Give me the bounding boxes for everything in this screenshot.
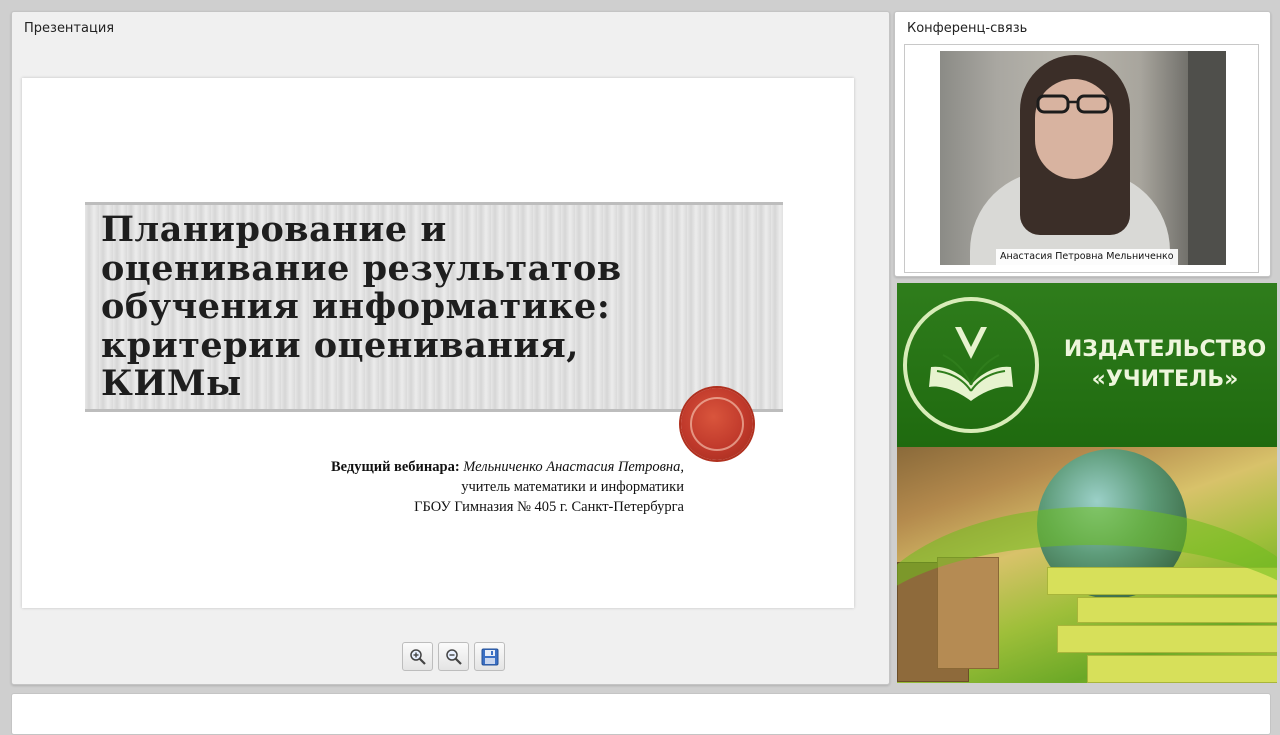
open-book-logo-icon	[929, 327, 1013, 401]
slide-toolbar	[402, 642, 505, 671]
publisher-name-line1: ИЗДАТЕЛЬСТВО	[1063, 337, 1267, 362]
presenter-school: ГБОУ Гимназия № 405 г. Санкт-Петербурга	[414, 499, 684, 515]
conference-panel-title: Конференц-связь	[907, 21, 1028, 36]
conference-panel: Конференц-связь Анастасия Петровна Мельн…	[894, 11, 1271, 277]
publisher-name: ИЗДАТЕЛЬСТВО «УЧИТЕЛЬ»	[1055, 335, 1275, 395]
publisher-name-line2: «УЧИТЕЛЬ»	[1091, 367, 1239, 392]
slide-title-box: Планирование и оценивание результатов об…	[85, 202, 783, 412]
zoom-in-icon	[409, 648, 426, 665]
floppy-disk-icon	[481, 648, 498, 665]
presentation-panel: Презентация Планирование и оценивание ре…	[11, 11, 890, 685]
publisher-banner: ИЗДАТЕЛЬСТВО «УЧИТЕЛЬ»	[897, 283, 1277, 683]
red-seal-icon	[681, 388, 753, 460]
bottom-bar	[11, 693, 1271, 735]
publisher-banner-header: ИЗДАТЕЛЬСТВО «УЧИТЕЛЬ»	[897, 283, 1277, 447]
slide-presenter-info: Ведущий вебинара: Мельниченко Анастасия …	[331, 457, 684, 517]
presentation-slide: Планирование и оценивание результатов об…	[22, 78, 854, 608]
presenter-name: Мельниченко Анастасия Петровна,	[463, 459, 684, 475]
zoom-out-button[interactable]	[438, 642, 469, 671]
save-button[interactable]	[474, 642, 505, 671]
video-frame: Анастасия Петровна Мельниченко	[904, 44, 1259, 273]
books-globe-photo	[897, 447, 1277, 683]
glasses-icon	[1036, 94, 1110, 114]
participant-name-label: Анастасия Петровна Мельниченко	[996, 249, 1178, 265]
zoom-out-icon	[445, 648, 462, 665]
zoom-in-button[interactable]	[402, 642, 433, 671]
publisher-logo	[903, 297, 1039, 433]
participant-video[interactable]: Анастасия Петровна Мельниченко	[940, 51, 1226, 265]
presenter-role: учитель математики и информатики	[461, 479, 684, 495]
presentation-panel-title: Презентация	[24, 21, 115, 36]
slide-title: Планирование и оценивание результатов об…	[101, 209, 622, 404]
presenter-label: Ведущий вебинара:	[330, 459, 460, 475]
